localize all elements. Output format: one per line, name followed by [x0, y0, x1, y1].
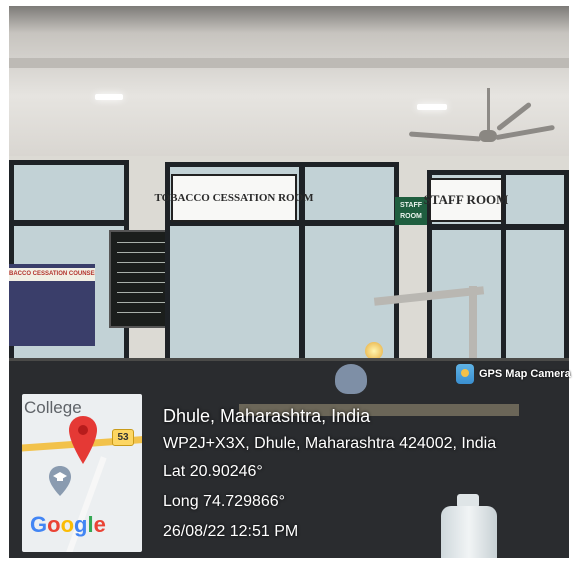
google-logo: Google: [30, 512, 106, 538]
tobacco-cessation-room-sign: TOBACCO CESSATION ROOM: [154, 174, 314, 222]
gps-camera-label: GPS Map Camera: [479, 368, 571, 380]
date-time: 26/08/22 12:51 PM: [163, 523, 299, 540]
google-letter: o: [47, 512, 61, 537]
google-letter: o: [60, 512, 75, 537]
person-head: [335, 364, 367, 394]
water-bottle: [441, 506, 497, 558]
staff-room-small-sign: STAFF ROOM: [395, 197, 427, 225]
gps-camera-icon: [456, 364, 474, 384]
gps-camera-badge: GPS Map Camera: [456, 363, 571, 385]
counseling-banner: BACCO CESSATION COUNSELING AREA: [9, 268, 95, 281]
window-left-transom: [9, 220, 124, 226]
map-thumbnail: College Google: [22, 394, 142, 552]
graduation-cap-icon: [49, 466, 71, 496]
google-letter: e: [93, 512, 106, 537]
latitude: Lat 20.90246°: [163, 463, 263, 480]
staff-room-sign: STAFF ROOM: [424, 178, 508, 222]
staff-small-line1: STAFF: [399, 202, 423, 209]
lamp-pole: [469, 286, 477, 366]
google-letter: g: [74, 512, 88, 537]
longitude: Long 74.729866°: [163, 493, 286, 510]
location-pin-icon: [69, 416, 97, 464]
fan-rod: [487, 88, 490, 132]
ceiling-beam: [9, 58, 569, 68]
staff-small-line2: ROOM: [400, 213, 422, 220]
google-letter: G: [30, 512, 48, 537]
road-number-badge: 53: [112, 429, 134, 446]
window-right-transom: [427, 224, 569, 230]
ceiling-light-right: [417, 104, 447, 110]
ceiling-light-left: [95, 94, 123, 100]
map-place-label: College: [24, 398, 82, 417]
location-address: WP2J+X3X, Dhule, Maharashtra 424002, Ind…: [163, 435, 497, 452]
location-title: Dhule, Maharashtra, India: [163, 406, 371, 426]
